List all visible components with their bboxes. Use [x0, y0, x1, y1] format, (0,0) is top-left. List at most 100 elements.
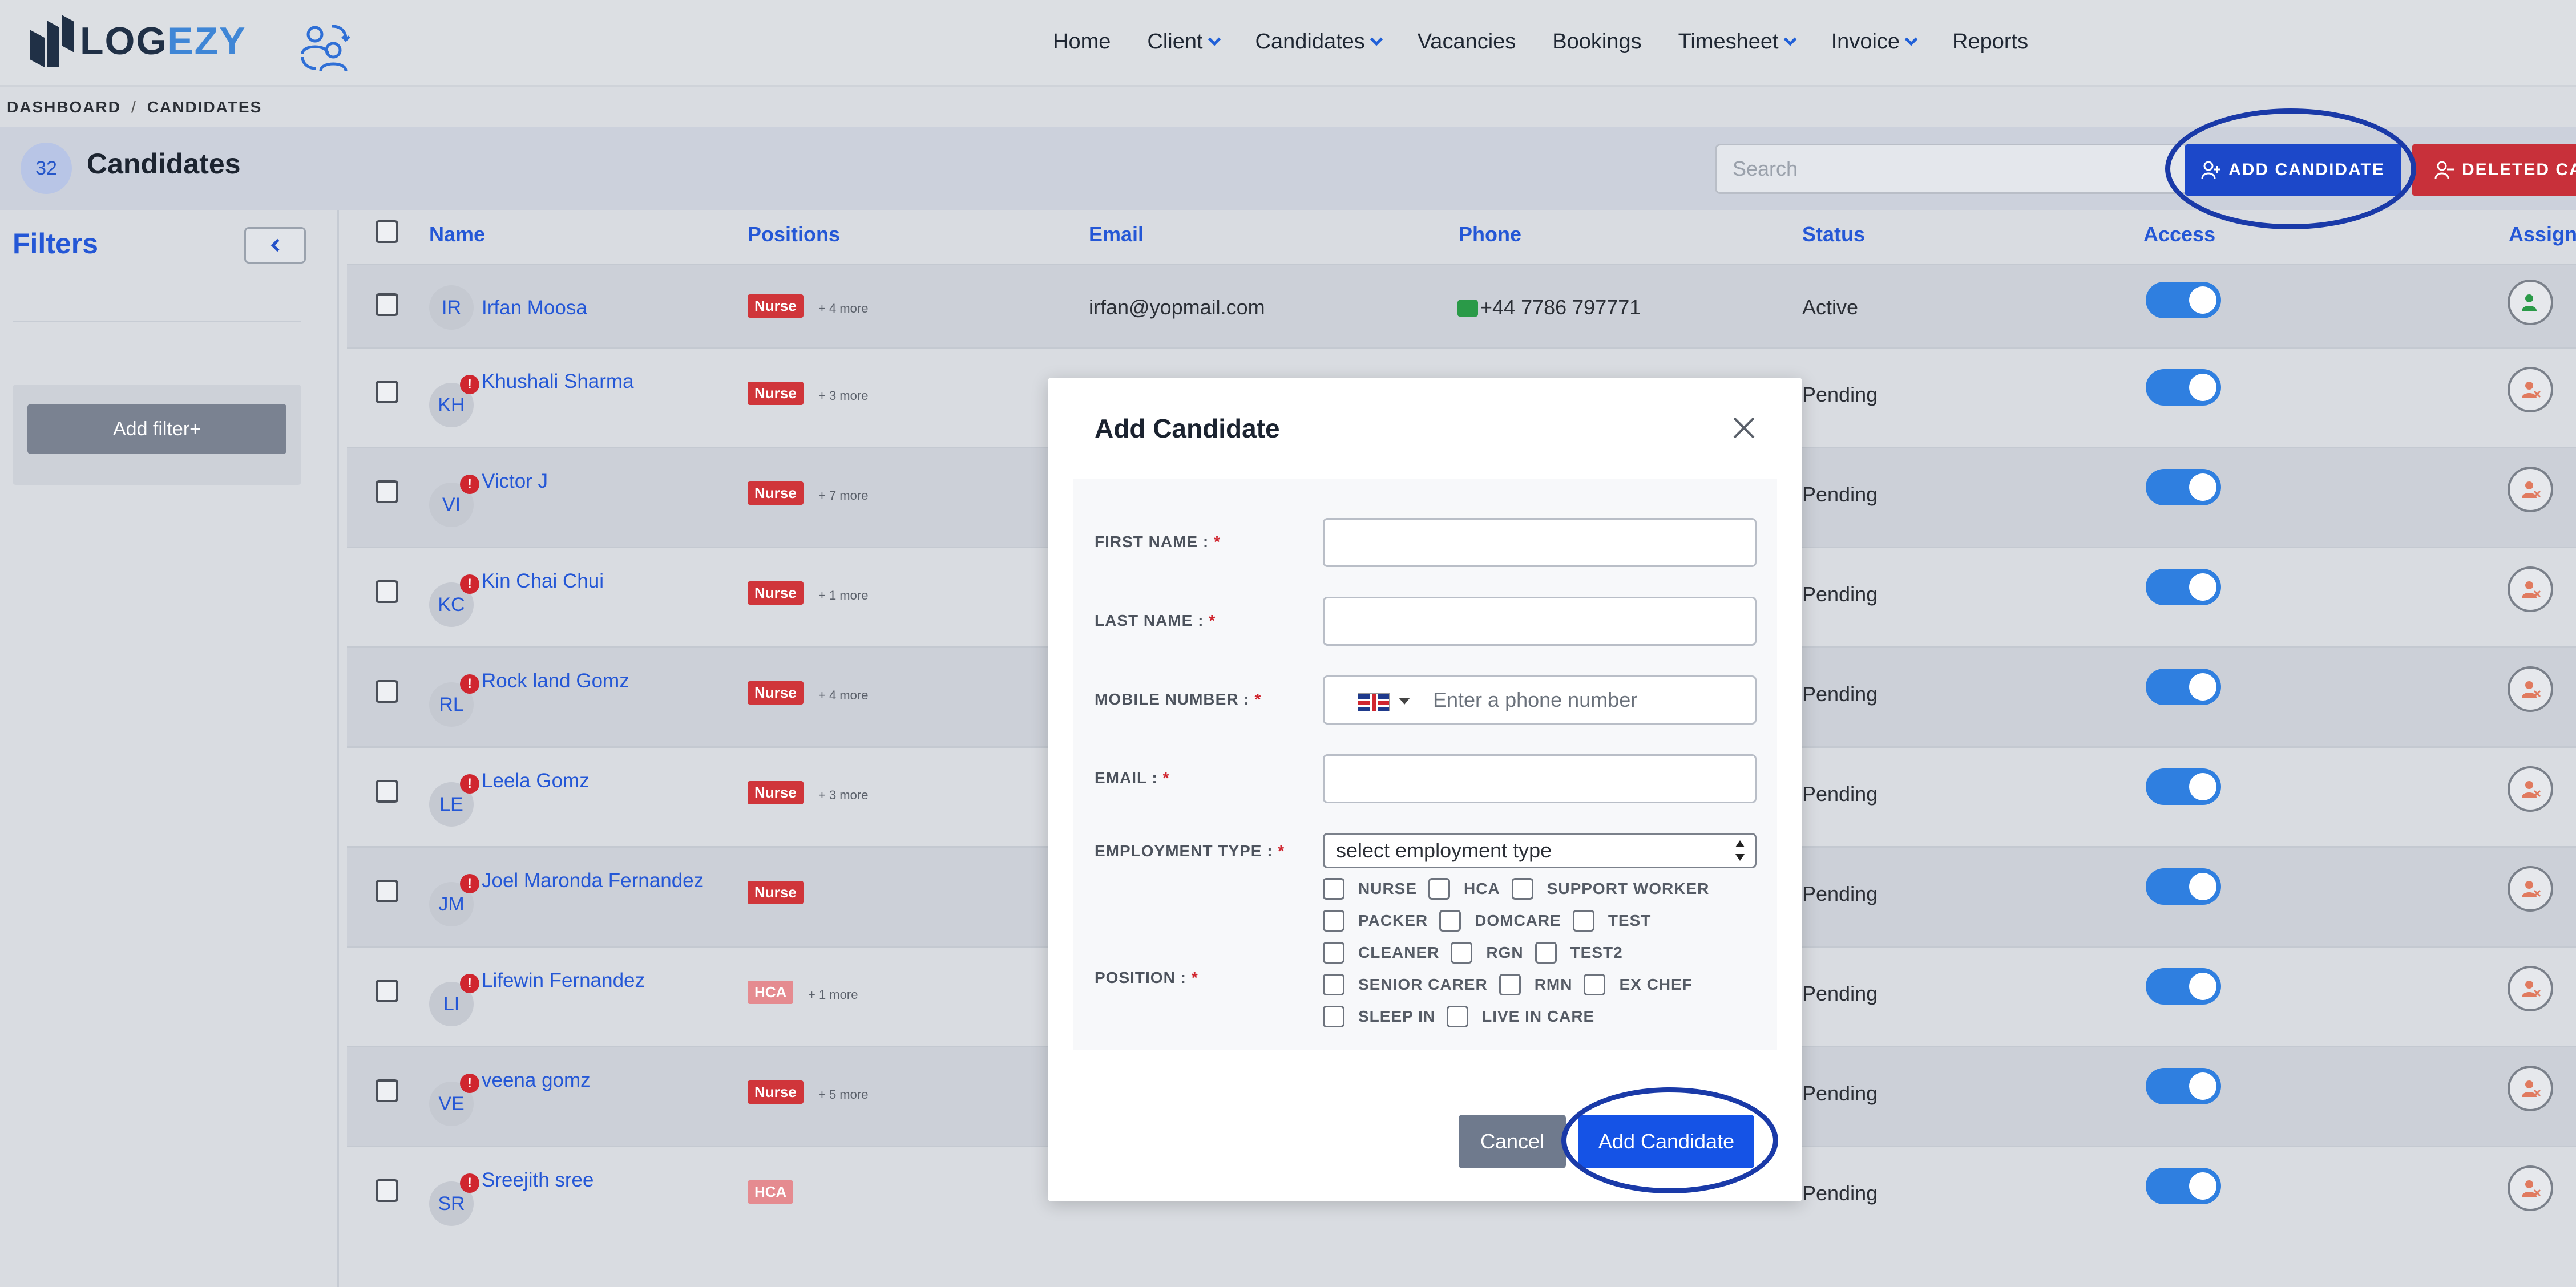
position-option-hca[interactable]: HCA	[1428, 878, 1500, 900]
access-toggle[interactable]	[2146, 282, 2221, 318]
assign-button[interactable]	[2508, 766, 2553, 812]
position-checkbox[interactable]	[1323, 1006, 1344, 1027]
more-positions[interactable]: + 1 more	[818, 588, 868, 603]
more-positions[interactable]: + 7 more	[818, 488, 868, 503]
assign-button[interactable]	[2508, 1165, 2553, 1211]
position-option-support-worker[interactable]: SUPPORT WORKER	[1511, 878, 1710, 900]
header-assign[interactable]: Assign	[2509, 222, 2576, 246]
row-checkbox[interactable]	[376, 880, 398, 902]
position-option-domcare[interactable]: DOMCARE	[1439, 910, 1561, 932]
candidate-name-link[interactable]: Leela Gomz	[482, 770, 590, 792]
header-positions[interactable]: Positions	[748, 222, 840, 246]
position-checkbox[interactable]	[1447, 1006, 1469, 1027]
add-filter-button[interactable]: Add filter+	[27, 404, 286, 454]
position-checkbox[interactable]	[1323, 910, 1344, 932]
row-checkbox[interactable]	[376, 580, 398, 603]
row-checkbox[interactable]	[376, 1179, 398, 1202]
email-input[interactable]	[1323, 754, 1757, 803]
employment-type-select[interactable]: select employment type	[1323, 833, 1757, 868]
close-icon[interactable]	[1730, 414, 1758, 442]
candidate-name-link[interactable]: Victor J	[482, 470, 548, 493]
candidate-name-link[interactable]: Khushali Sharma	[482, 370, 634, 393]
position-checkbox[interactable]	[1511, 878, 1533, 900]
more-positions[interactable]: + 4 more	[818, 688, 868, 703]
position-checkbox[interactable]	[1451, 942, 1473, 964]
position-option-rmn[interactable]: RMN	[1499, 974, 1573, 995]
candidate-name-link[interactable]: veena gomz	[482, 1069, 591, 1092]
header-phone[interactable]: Phone	[1459, 222, 1521, 246]
position-checkbox[interactable]	[1584, 974, 1606, 995]
assign-button[interactable]	[2508, 367, 2553, 412]
select-all-checkbox[interactable]	[376, 220, 398, 243]
position-option-sleep-in[interactable]: SLEEP IN	[1323, 1006, 1435, 1027]
assign-button[interactable]	[2508, 1066, 2553, 1111]
candidate-name-link[interactable]: Sreejith sree	[482, 1169, 593, 1192]
assign-button[interactable]	[2508, 966, 2553, 1011]
more-positions[interactable]: + 5 more	[818, 1087, 868, 1102]
candidate-name-link[interactable]: Lifewin Fernandez	[482, 969, 645, 992]
access-toggle[interactable]	[2146, 1168, 2221, 1204]
header-email[interactable]: Email	[1089, 222, 1144, 246]
header-name[interactable]: Name	[429, 222, 485, 246]
position-checkbox[interactable]	[1323, 942, 1344, 964]
assign-button[interactable]	[2508, 566, 2553, 612]
last-name-input[interactable]	[1323, 597, 1757, 646]
add-candidate-button[interactable]: ADD CANDIDATE	[2185, 144, 2401, 196]
row-checkbox[interactable]	[376, 780, 398, 803]
candidate-name-link[interactable]: Rock land Gomz	[482, 670, 629, 693]
access-toggle[interactable]	[2146, 1068, 2221, 1104]
more-positions[interactable]: + 1 more	[808, 987, 858, 1002]
position-option-rgn[interactable]: RGN	[1451, 942, 1523, 964]
position-option-senior-carer[interactable]: SENIOR CARER	[1323, 974, 1488, 995]
position-checkbox[interactable]	[1323, 974, 1344, 995]
collapse-filters-button[interactable]	[244, 227, 306, 264]
logezy-logo[interactable]: LOGEZY	[27, 13, 247, 70]
position-option-live-in-care[interactable]: LIVE IN CARE	[1447, 1006, 1594, 1027]
candidate-name-link[interactable]: Joel Maronda Fernandez	[482, 869, 704, 892]
nav-client[interactable]: Client	[1147, 30, 1221, 54]
nav-bookings[interactable]: Bookings	[1552, 30, 1641, 54]
position-option-test[interactable]: TEST	[1572, 910, 1652, 932]
access-toggle[interactable]	[2146, 669, 2221, 705]
uk-flag-icon[interactable]	[1358, 693, 1390, 711]
row-checkbox[interactable]	[376, 680, 398, 703]
position-checkbox[interactable]	[1572, 910, 1594, 932]
access-toggle[interactable]	[2146, 968, 2221, 1005]
more-positions[interactable]: + 3 more	[818, 788, 868, 803]
first-name-input[interactable]	[1323, 518, 1757, 567]
nav-reports[interactable]: Reports	[1952, 30, 2028, 54]
row-checkbox[interactable]	[376, 293, 398, 316]
submit-add-candidate-button[interactable]: Add Candidate	[1578, 1115, 1754, 1168]
search-input[interactable]	[1715, 144, 2189, 194]
table-row[interactable]: IR Irfan Moosa Nurse + 4 more irfan@yopmail.…	[347, 264, 2576, 347]
assign-button[interactable]	[2508, 866, 2553, 912]
cancel-button[interactable]: Cancel	[1459, 1115, 1566, 1168]
header-status[interactable]: Status	[1802, 222, 1865, 246]
row-checkbox[interactable]	[376, 980, 398, 1002]
nav-invoice[interactable]: Invoice	[1831, 30, 1918, 54]
position-checkbox[interactable]	[1439, 910, 1461, 932]
candidate-name-link[interactable]: Kin Chai Chui	[482, 570, 604, 593]
access-toggle[interactable]	[2146, 369, 2221, 406]
header-access[interactable]: Access	[2143, 222, 2215, 246]
caret-down-icon[interactable]	[1399, 698, 1410, 705]
assign-button[interactable]	[2508, 666, 2553, 712]
more-positions[interactable]: + 4 more	[818, 301, 868, 316]
nav-candidates[interactable]: Candidates	[1255, 30, 1383, 54]
assign-button[interactable]	[2508, 467, 2553, 512]
nav-vacancies[interactable]: Vacancies	[1418, 30, 1516, 54]
position-option-test2[interactable]: TEST2	[1535, 942, 1623, 964]
position-checkbox[interactable]	[1535, 942, 1557, 964]
assign-button[interactable]	[2508, 280, 2553, 325]
breadcrumb-dashboard[interactable]: DASHBOARD	[7, 98, 121, 116]
deleted-candidates-button[interactable]: DELETED CAN	[2412, 144, 2576, 196]
nav-home[interactable]: Home	[1053, 30, 1111, 54]
more-positions[interactable]: + 3 more	[818, 388, 868, 403]
position-checkbox[interactable]	[1323, 878, 1344, 900]
row-checkbox[interactable]	[376, 480, 398, 503]
position-option-ex-chef[interactable]: EX CHEF	[1584, 974, 1692, 995]
position-option-cleaner[interactable]: CLEANER	[1323, 942, 1439, 964]
candidate-name-link[interactable]: Irfan Moosa	[482, 297, 587, 319]
access-toggle[interactable]	[2146, 768, 2221, 805]
access-toggle[interactable]	[2146, 569, 2221, 605]
